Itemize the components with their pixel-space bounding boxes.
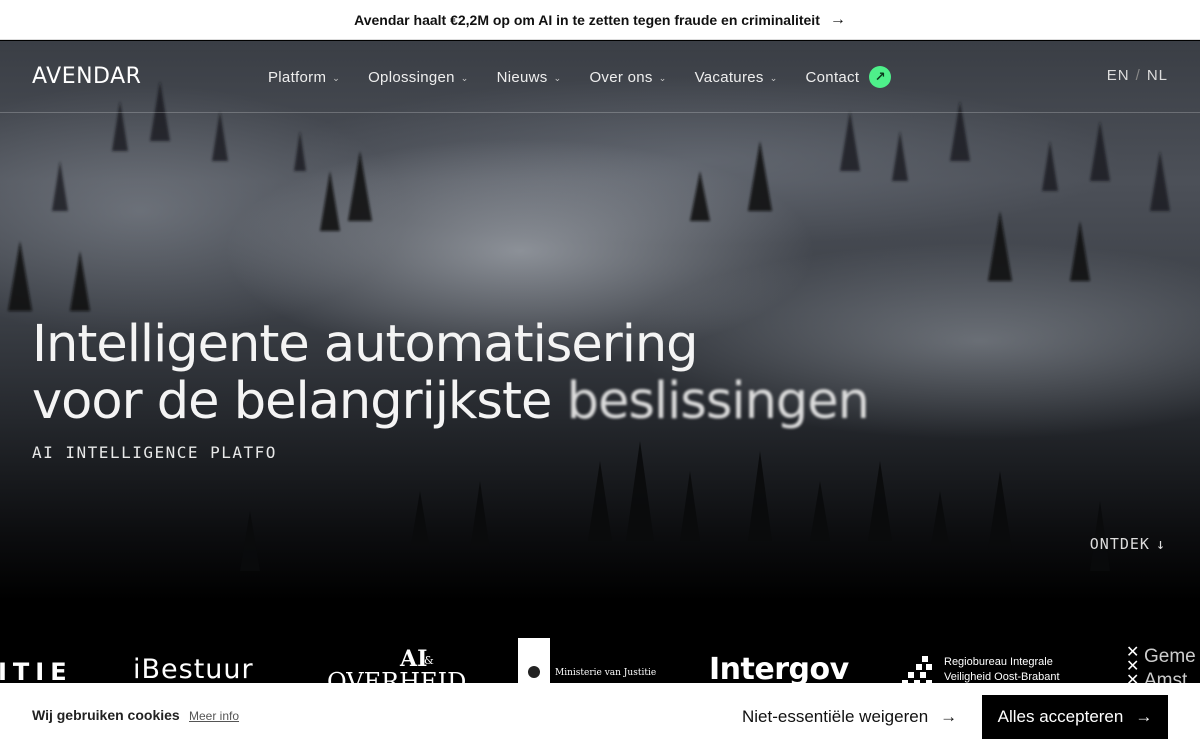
nav-item-label: Nieuws	[496, 68, 548, 86]
nav-item-oplossingen[interactable]: Oplossingen ⌄	[368, 65, 469, 89]
chevron-down-icon: ⌄	[460, 72, 469, 83]
cookie-more-info-link[interactable]: Meer info	[189, 709, 239, 723]
regiobureau-line-1: Regiobureau Integrale	[944, 656, 1053, 668]
arrow-right-icon: →	[940, 707, 958, 726]
partner-logo-intergov: Intergov	[709, 652, 849, 687]
avendar-logo[interactable]: AVENDAR	[32, 64, 141, 89]
cookie-banner: Wij gebruiken cookies Meer info Niet-ess…	[0, 683, 1200, 750]
headline-line-1: Intelligente automatisering	[32, 315, 699, 374]
crown-icon	[528, 666, 540, 678]
partner-logo-strip: ITIE iBestuur AI & OVERHEID Ministerie v…	[0, 600, 1200, 690]
ai-overheid-amp: &	[424, 654, 434, 667]
lang-en[interactable]: EN	[1107, 67, 1130, 84]
announcement-bar[interactable]: Avendar haalt €2,2M op om AI in te zette…	[0, 0, 1200, 40]
lang-separator: /	[1135, 67, 1141, 84]
regiobureau-line-2: Veiligheid Oost-Brabant	[944, 671, 1060, 683]
language-switcher: EN / NL	[1107, 67, 1168, 84]
arrow-right-icon: →	[1135, 707, 1153, 726]
discover-label: ONTDEK	[1089, 535, 1150, 553]
gemeente-line-1: Geme	[1144, 646, 1196, 667]
headline-line-2: voor de belangrijkste beslissingen	[32, 373, 1032, 430]
headline-animated-word: beslissingen	[566, 372, 870, 431]
headline-line-2-start: voor de belangrijkste	[32, 372, 567, 431]
chevron-down-icon: ⌄	[769, 72, 778, 83]
nav-item-label: Over ons	[589, 68, 653, 86]
nav-item-label: Oplossingen	[368, 68, 455, 86]
nav-item-nieuws[interactable]: Nieuws ⌄	[497, 65, 562, 89]
amsterdam-crosses-icon: ✕ ✕ ✕	[1126, 644, 1140, 689]
discover-link[interactable]: ONTDEK ↓	[1090, 535, 1166, 553]
arrow-down-icon: ↓	[1155, 535, 1166, 553]
nav-item-label: Platform	[268, 68, 327, 86]
announcement-text[interactable]: Avendar haalt €2,2M op om AI in te zette…	[354, 12, 820, 28]
ministerie-emblem	[518, 638, 550, 688]
reject-cookies-button[interactable]: Niet-essentiële weigeren →	[742, 695, 957, 739]
nav-item-label: Vacatures	[694, 68, 764, 86]
main-menu: Platform ⌄ Oplossingen ⌄ Nieuws ⌄ Over o…	[268, 65, 919, 89]
arrow-right-icon: →	[829, 10, 846, 28]
hero-headline: Intelligente automatisering voor de bela…	[32, 316, 1032, 430]
chevron-down-icon: ⌄	[553, 72, 562, 83]
lang-nl[interactable]: NL	[1147, 67, 1168, 84]
nav-item-contact[interactable]: Contact ↗	[806, 65, 892, 89]
cookie-title: Wij gebruiken cookies	[32, 707, 180, 723]
arrow-up-right-icon: ↗	[869, 66, 892, 88]
nav-item-vacatures[interactable]: Vacatures ⌄	[695, 65, 778, 89]
nav-item-label: Contact	[805, 68, 860, 86]
main-navbar: AVENDAR Platform ⌄ Oplossingen ⌄ Nieuws …	[0, 41, 1200, 113]
accept-cookies-button[interactable]: Alles accepteren →	[982, 695, 1168, 739]
partner-logo-ministerie: Ministerie van Justitie	[518, 638, 656, 688]
chevron-down-icon: ⌄	[658, 72, 667, 83]
nav-item-platform[interactable]: Platform ⌄	[268, 65, 340, 89]
reject-label: Niet-essentiële weigeren	[742, 707, 929, 726]
partner-logo-ibestuur: iBestuur	[133, 654, 254, 685]
hero-tagline: AI INTELLIGENCE PLATFO	[32, 443, 277, 462]
accept-label: Alles accepteren	[997, 707, 1124, 726]
ministerie-text: Ministerie van Justitie	[555, 668, 657, 678]
chevron-down-icon: ⌄	[332, 72, 341, 83]
nav-item-over-ons[interactable]: Over ons ⌄	[589, 65, 666, 89]
partner-logo-justitie: ITIE	[0, 658, 73, 686]
